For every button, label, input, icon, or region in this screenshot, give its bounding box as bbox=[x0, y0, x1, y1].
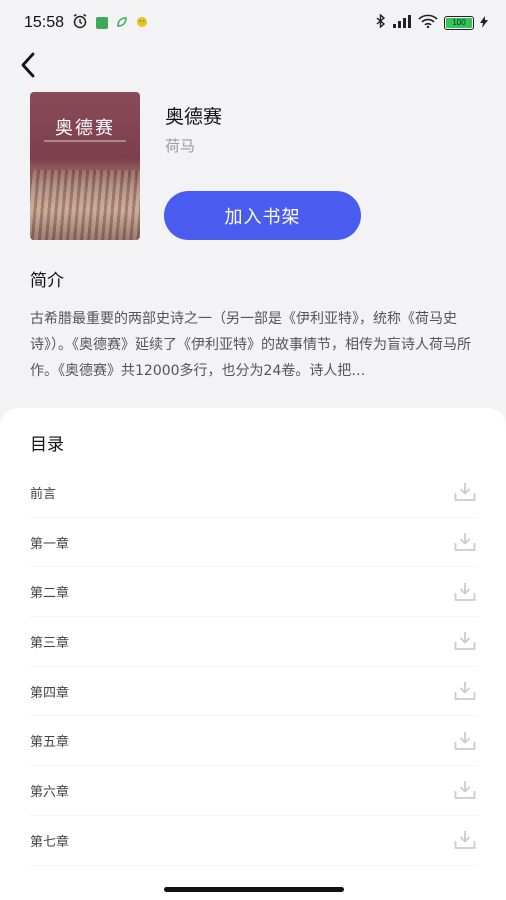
chapter-item[interactable]: 第三章 bbox=[30, 617, 478, 667]
download-icon[interactable] bbox=[452, 579, 478, 605]
chapter-item[interactable]: 第四章 bbox=[30, 667, 478, 717]
chapter-name: 第五章 bbox=[30, 735, 70, 751]
app-notification-icon bbox=[96, 17, 109, 29]
book-cover: 奥德赛 bbox=[30, 92, 140, 240]
chapter-item[interactable]: 前言 bbox=[30, 468, 478, 518]
download-icon[interactable] bbox=[452, 678, 478, 704]
chevron-left-icon bbox=[21, 52, 35, 78]
chapter-item[interactable]: 第五章 bbox=[30, 716, 478, 767]
chapter-name: 第二章 bbox=[30, 586, 70, 602]
battery-icon: 100 bbox=[444, 16, 474, 30]
download-icon[interactable] bbox=[452, 777, 478, 803]
intro-text[interactable]: 古希腊最重要的两部史诗之一（另一部是《伊利亚特》，统称《荷马史诗》）。《奥德赛》… bbox=[30, 306, 478, 384]
chapter-name: 第七章 bbox=[30, 834, 70, 850]
charging-icon bbox=[480, 14, 488, 32]
chapter-item[interactable]: 第二章 bbox=[30, 567, 478, 618]
leaf-icon bbox=[116, 14, 128, 32]
wifi-icon bbox=[418, 14, 438, 32]
bluetooth-icon bbox=[376, 13, 386, 32]
chapter-list: 前言 第一章 第二章 第三章 第四章 第五章 第六章 第七章 bbox=[30, 468, 478, 866]
cover-divider bbox=[44, 140, 126, 142]
download-icon[interactable] bbox=[452, 728, 478, 754]
book-title: 奥德赛 bbox=[165, 106, 223, 128]
signal-icon bbox=[392, 14, 412, 32]
add-to-shelf-button[interactable]: 加入书架 bbox=[164, 191, 361, 240]
chapter-name: 第四章 bbox=[30, 685, 70, 701]
chapter-item[interactable]: 第七章 bbox=[30, 816, 478, 866]
intro-heading: 简介 bbox=[30, 271, 64, 291]
cover-title: 奥德赛 bbox=[55, 118, 115, 139]
download-icon[interactable] bbox=[452, 827, 478, 853]
cover-illustration bbox=[30, 170, 140, 240]
chapter-name: 前言 bbox=[30, 486, 57, 502]
chapter-name: 第六章 bbox=[30, 784, 70, 800]
chapter-item[interactable]: 第六章 bbox=[30, 766, 478, 816]
chapter-item[interactable]: 第一章 bbox=[30, 518, 478, 568]
book-author[interactable]: 荷马 bbox=[165, 135, 195, 156]
status-time: 15:58 bbox=[24, 14, 65, 31]
smiley-icon bbox=[136, 14, 148, 32]
chapter-name: 第一章 bbox=[30, 536, 70, 552]
chapter-name: 第三章 bbox=[30, 635, 70, 651]
catalog-panel: 目录 前言 第一章 第二章 第三章 第四章 第五章 第六章 第七章 bbox=[0, 408, 506, 900]
download-icon[interactable] bbox=[452, 479, 478, 505]
download-icon[interactable] bbox=[452, 628, 478, 654]
alarm-icon bbox=[72, 13, 88, 33]
download-icon[interactable] bbox=[452, 529, 478, 555]
back-button[interactable] bbox=[14, 48, 42, 82]
home-indicator[interactable] bbox=[164, 887, 344, 892]
catalog-heading: 目录 bbox=[30, 435, 64, 455]
status-bar: 15:58 100 bbox=[0, 0, 506, 46]
